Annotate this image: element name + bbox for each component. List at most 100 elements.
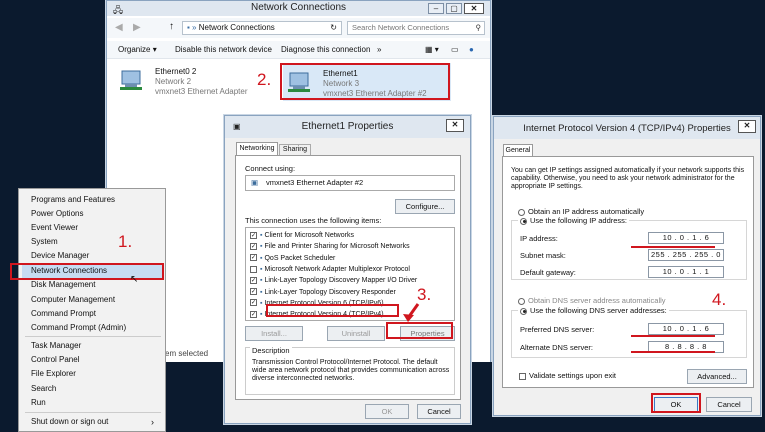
tab-sharing[interactable]: Sharing bbox=[279, 144, 311, 155]
command-bar: Organize ▾ Disable this network device D… bbox=[107, 41, 490, 59]
minimize-button[interactable]: – bbox=[428, 3, 444, 14]
cancel-button[interactable]: Cancel bbox=[417, 404, 461, 419]
close-button[interactable]: ✕ bbox=[464, 3, 484, 14]
menu-item[interactable]: Network Connections bbox=[31, 266, 107, 275]
configure-button[interactable]: Configure... bbox=[395, 199, 455, 214]
status-bar-text: item selected bbox=[161, 349, 209, 358]
component-item[interactable]: ✓ ▪ Link-Layer Topology Discovery Mapper I… bbox=[250, 276, 417, 286]
breadcrumb-label: Network Connections bbox=[198, 23, 275, 32]
subnet-mask-label: Subnet mask: bbox=[520, 251, 566, 260]
checkbox-icon[interactable] bbox=[250, 265, 257, 273]
help-icon[interactable]: ● bbox=[469, 41, 474, 59]
cancel-button[interactable]: Cancel bbox=[706, 397, 752, 412]
checkbox-icon[interactable]: ✓ bbox=[250, 288, 257, 296]
submenu-arrow-icon: › bbox=[151, 417, 154, 427]
menu-item[interactable]: Control Panel bbox=[31, 355, 79, 364]
dialog-titlebar: Internet Protocol Version 4 (TCP/IPv4) P… bbox=[494, 117, 760, 139]
radio-icon bbox=[520, 217, 527, 225]
use-dns-radio[interactable]: Use the following DNS server addresses: bbox=[518, 306, 669, 315]
install-button[interactable]: Install... bbox=[245, 326, 303, 341]
component-item[interactable]: ✓ ▪ File and Printer Sharing for Microsoft… bbox=[250, 242, 410, 252]
annotation-underline-pref-dns bbox=[631, 335, 715, 337]
disable-device-button[interactable]: Disable this network device bbox=[175, 41, 272, 59]
tab-general[interactable]: General bbox=[503, 144, 533, 156]
menu-item[interactable]: Device Manager bbox=[31, 251, 89, 260]
window-titlebar: Network Connections 🖧 – ▢ ✕ bbox=[107, 1, 490, 16]
close-button[interactable]: ✕ bbox=[738, 120, 756, 133]
component-item[interactable]: ✓ ▪ QoS Packet Scheduler bbox=[250, 254, 335, 264]
annotation-box-ok bbox=[651, 393, 701, 413]
menu-item[interactable]: Command Prompt (Admin) bbox=[31, 323, 126, 332]
gateway-input[interactable]: 10 . 0 . 1 . 1 bbox=[648, 266, 724, 278]
checkbox-icon[interactable]: ✓ bbox=[250, 231, 257, 239]
adapter-value: vmxnet3 Ethernet Adapter #2 bbox=[266, 178, 364, 187]
maximize-button[interactable]: ▢ bbox=[446, 3, 462, 14]
checkbox-icon[interactable]: ✓ bbox=[250, 276, 257, 284]
up-arrow-icon[interactable]: ↑ bbox=[169, 21, 174, 32]
menu-item[interactable]: Programs and Features bbox=[31, 195, 115, 204]
address-row: ◀ ▶ ↑ ▪ » Network Connections ↻ Search N… bbox=[107, 18, 490, 38]
menu-item[interactable]: System bbox=[31, 237, 58, 246]
radio-icon bbox=[518, 297, 525, 305]
view-icon[interactable]: ▦ ▾ bbox=[425, 41, 439, 59]
dialog-title: Ethernet1 Properties bbox=[301, 121, 394, 132]
component-item[interactable]: ✓ ▪ Client for Microsoft Networks bbox=[250, 231, 354, 241]
menu-item[interactable]: Task Manager bbox=[31, 341, 81, 350]
component-icon: ▪ bbox=[260, 232, 263, 239]
menu-separator bbox=[25, 412, 161, 413]
adapter-item[interactable]: Ethernet0 2 Network 2 vmxnet3 Ethernet A… bbox=[119, 67, 269, 99]
advanced-button[interactable]: Advanced... bbox=[687, 369, 747, 384]
step-1-label: 1. bbox=[118, 232, 133, 251]
refresh-icon[interactable]: ↻ bbox=[330, 22, 337, 34]
ethernet-properties-dialog: ▣ Ethernet1 Properties ✕ Networking Shar… bbox=[224, 115, 471, 424]
uninstall-button[interactable]: Uninstall bbox=[327, 326, 385, 341]
menu-item[interactable]: Shut down or sign out bbox=[31, 417, 108, 426]
component-label: Client for Microsoft Networks bbox=[264, 232, 354, 239]
component-label: File and Printer Sharing for Microsoft N… bbox=[264, 243, 410, 251]
ip-address-label: IP address: bbox=[520, 234, 558, 243]
component-item[interactable]: ▪ Microsoft Network Adapter Multiplexor P… bbox=[250, 265, 410, 275]
menu-item[interactable]: Event Viewer bbox=[31, 223, 78, 232]
checkbox-icon[interactable]: ✓ bbox=[250, 254, 257, 262]
tab-networking[interactable]: Networking bbox=[236, 142, 278, 155]
checkbox-icon[interactable]: ✓ bbox=[250, 310, 257, 318]
menu-item[interactable]: Computer Management bbox=[31, 295, 115, 304]
subnet-mask-input[interactable]: 255 . 255 . 255 . 0 bbox=[648, 249, 724, 261]
adapter-icon: ▣ bbox=[251, 178, 259, 187]
adapter-name: Ethernet0 2 bbox=[155, 67, 197, 76]
menu-item[interactable]: Power Options bbox=[31, 209, 83, 218]
validate-checkbox[interactable]: Validate settings upon exit bbox=[519, 371, 616, 380]
description-group: Description Transmission Control Protoco… bbox=[245, 346, 455, 395]
step-4-label: 4. bbox=[712, 290, 727, 309]
forward-icon[interactable]: ▶ bbox=[133, 22, 141, 33]
checkbox-icon[interactable]: ✓ bbox=[250, 242, 257, 250]
connect-using-label: Connect using: bbox=[245, 164, 296, 173]
annotation-underline-alt-dns bbox=[631, 351, 715, 353]
component-label: Link-Layer Topology Discovery Mapper I/O… bbox=[264, 277, 418, 285]
back-icon[interactable]: ◀ bbox=[115, 22, 123, 33]
obtain-ip-radio[interactable]: Obtain an IP address automatically bbox=[518, 207, 644, 216]
use-ip-radio[interactable]: Use the following IP address: bbox=[518, 216, 629, 225]
breadcrumb[interactable]: ▪ » Network Connections ↻ bbox=[182, 21, 342, 35]
ok-button[interactable]: OK bbox=[365, 404, 409, 419]
adapter-device: vmxnet3 Ethernet Adapter bbox=[155, 87, 248, 96]
checkbox-icon[interactable]: ✓ bbox=[250, 299, 257, 307]
search-input[interactable]: Search Network Connections ⚲ bbox=[347, 21, 485, 35]
pane-icon[interactable]: ▭ bbox=[451, 41, 459, 59]
menu-item[interactable]: Search bbox=[31, 384, 56, 393]
menu-item[interactable]: Disk Management bbox=[31, 280, 95, 289]
diagnose-button[interactable]: Diagnose this connection bbox=[281, 41, 370, 59]
radio-icon bbox=[518, 208, 525, 216]
ip-address-input[interactable]: 10 . 0 . 1 . 6 bbox=[648, 232, 724, 244]
close-button[interactable]: ✕ bbox=[446, 119, 464, 132]
menu-item[interactable]: File Explorer bbox=[31, 369, 76, 378]
preferred-dns-input[interactable]: 10 . 0 . 1 . 6 bbox=[648, 323, 724, 335]
more-button[interactable]: » bbox=[377, 41, 381, 59]
annotation-box-properties bbox=[386, 322, 453, 339]
menu-item[interactable]: Run bbox=[31, 398, 46, 407]
obtain-dns-radio[interactable]: Obtain DNS server address automatically bbox=[518, 296, 666, 305]
component-icon: ▪ bbox=[260, 265, 263, 273]
menu-item[interactable]: Command Prompt bbox=[31, 309, 96, 318]
organize-menu[interactable]: Organize ▾ bbox=[118, 41, 157, 59]
component-item[interactable]: ✓ ▪ Link-Layer Topology Discovery Responde… bbox=[250, 288, 396, 298]
